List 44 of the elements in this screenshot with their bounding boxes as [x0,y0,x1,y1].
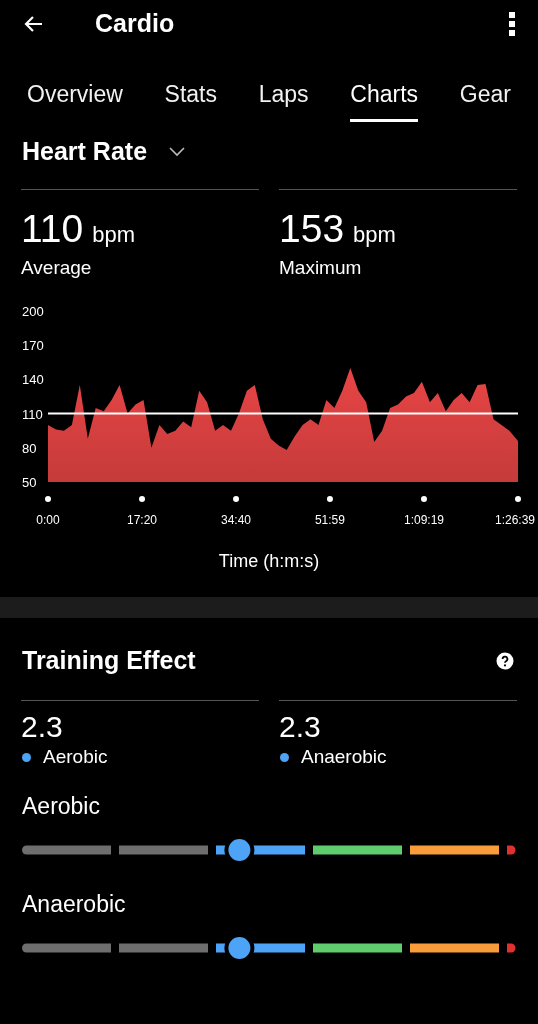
axis-label: 51:59 [314,513,345,527]
tick-dot [515,496,521,502]
more-icon[interactable] [508,11,516,37]
axis-label: 17:20 [127,513,158,527]
tab[interactable]: Charts [350,70,419,122]
scale-label: Anaerobic [22,890,127,917]
tab[interactable]: Stats [164,70,217,122]
screen-title: Cardio [95,8,175,40]
scale-segment [507,845,516,855]
effect-value: 2.3 [21,709,64,745]
axis-title: Time (h:m:s) [218,550,320,573]
tab[interactable]: Gear [459,70,511,122]
tick-dot [233,496,240,502]
effect-label: Aerobic [43,744,108,769]
axis-label: 200 [22,304,44,319]
axis-label: 1:26:39 [494,513,535,527]
stat-label: Average [21,256,93,280]
tab[interactable]: Overview [27,70,123,122]
axis-label: 140 [22,372,44,388]
stat-unit: bpm [353,221,396,249]
axis-label: 1:09:19 [403,513,444,527]
chart-selector[interactable]: Heart Rate [22,133,148,171]
axis-label: 80 [22,440,37,456]
stat-unit: bpm [92,221,135,249]
chevron-down-icon[interactable] [169,147,186,157]
stat-value: 110 [21,208,84,250]
tick-dot [45,496,51,502]
effect-label: Anaerobic [301,744,387,769]
scale-label: Aerobic [22,792,101,819]
axis-label: 34:40 [221,513,252,527]
section-title: Training Effect [22,645,196,677]
axis-label: 170 [22,338,44,354]
stat-value: 153 [279,208,345,250]
help-icon[interactable] [496,652,514,670]
tab[interactable]: Laps [258,70,309,122]
scale-segment [507,943,516,953]
axis-label: 110 [22,406,43,422]
axis-label: 0:00 [36,513,60,527]
effect-value: 2.3 [279,709,322,745]
stat-label: Maximum [279,256,363,280]
tick-dot [421,496,427,502]
axis-label: 50 [22,475,37,490]
tick-dot [139,496,145,502]
tick-dot [326,496,333,502]
